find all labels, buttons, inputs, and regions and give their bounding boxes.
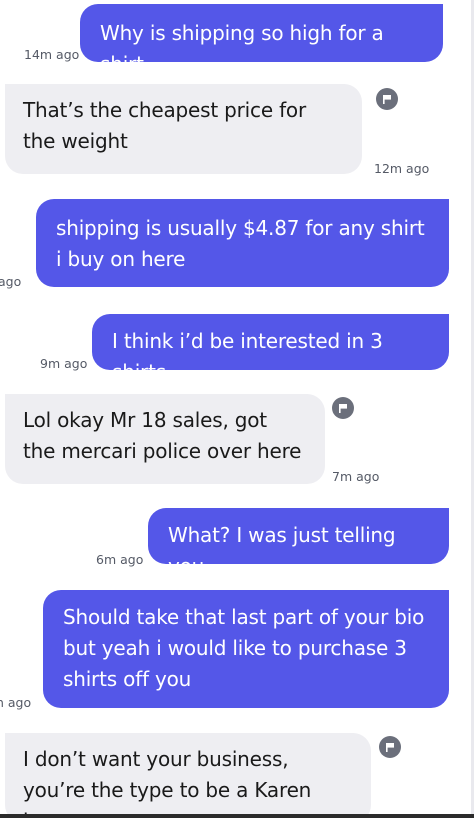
message-timestamp: 6m ago [96, 552, 144, 567]
flag-icon [383, 95, 391, 104]
sent-message: I think i’d be interested in 3 shirts [92, 314, 449, 384]
message-timestamp: n ago [0, 695, 32, 710]
message-timestamp: 9m ago [40, 356, 88, 371]
report-flag-icon[interactable] [332, 397, 354, 419]
bottom-edge-bar [0, 814, 474, 818]
message-timestamp: ago [0, 274, 22, 289]
received-message: That’s the cheapest price for the weight [5, 84, 362, 174]
message-timestamp: 7m ago [332, 469, 380, 484]
sent-message: Should take that last part of your bio b… [43, 590, 449, 708]
sent-message: What? I was just telling you [148, 508, 449, 578]
message-text: That’s the cheapest price for the weight [23, 98, 306, 153]
message-text: Why is shipping so high for a shirt [100, 21, 384, 76]
sent-message: shipping is usually $4.87 for any shirt … [36, 199, 449, 287]
message-timestamp: 12m ago [374, 161, 430, 176]
sent-message: Why is shipping so high for a shirt [80, 4, 443, 76]
message-text: Should take that last part of your bio b… [63, 605, 425, 691]
message-timestamp: 14m ago [24, 47, 80, 62]
report-flag-icon[interactable] [376, 88, 398, 110]
flag-icon [386, 743, 394, 752]
message-text: shipping is usually $4.87 for any shirt … [56, 216, 425, 271]
message-text: I think i’d be interested in 3 shirts [112, 329, 383, 384]
flag-icon [339, 404, 347, 413]
received-message: I don’t want your business, you’re the t… [5, 733, 371, 818]
message-text: What? I was just telling you [168, 523, 396, 578]
report-flag-icon[interactable] [379, 736, 401, 758]
message-text: Lol okay Mr 18 sales, got the mercari po… [23, 408, 302, 463]
message-text: I don’t want your business, you’re the t… [23, 747, 312, 818]
received-message: Lol okay Mr 18 sales, got the mercari po… [5, 394, 325, 484]
message-thread: Why is shipping so high for a shirt 14m … [0, 0, 474, 818]
